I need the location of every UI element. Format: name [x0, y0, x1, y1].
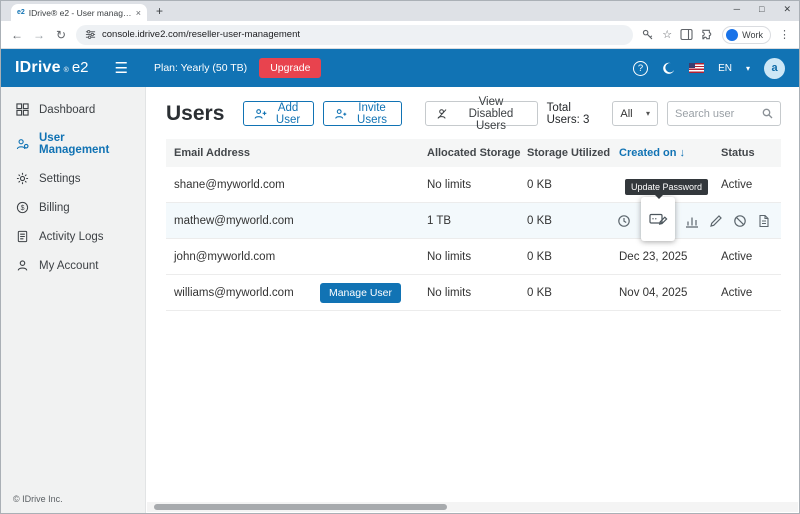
users-table: Email Address Allocated Storage Storage … — [166, 139, 781, 311]
sidebar-item-settings[interactable]: Settings — [1, 164, 145, 193]
passwords-key-icon[interactable] — [641, 28, 654, 41]
gear-icon — [16, 172, 29, 185]
view-disabled-users-button[interactable]: View Disabled Users — [425, 101, 537, 126]
sidebar: Dashboard User Management Settings $ Bil… — [1, 87, 146, 513]
search-input[interactable] — [675, 108, 757, 120]
scrollbar-thumb[interactable] — [154, 504, 447, 510]
tooltip: Update Password — [625, 179, 708, 195]
table-header-row: Email Address Allocated Storage Storage … — [166, 139, 781, 167]
profile-chip[interactable]: Work — [722, 26, 771, 44]
bookmark-star-icon[interactable]: ☆ — [662, 28, 672, 41]
idrive-e2-logo: IDrive® e2 — [15, 59, 89, 77]
account-person-icon — [16, 259, 29, 272]
close-button[interactable]: ✕ — [783, 4, 791, 15]
history-icon[interactable] — [617, 214, 631, 228]
tab-strip: e2 IDrive® e2 - User management × + ─ □ … — [1, 1, 799, 21]
help-icon[interactable]: ? — [633, 61, 648, 76]
browser-window: e2 IDrive® e2 - User management × + ─ □ … — [0, 0, 800, 514]
table-row[interactable]: mathew@myworld.com 1 TB 0 KB Update Pass… — [166, 203, 781, 239]
app-header: IDrive® e2 ☰ Plan: Yearly (50 TB) Upgrad… — [1, 49, 799, 87]
user-filter-select[interactable]: All ▾ — [612, 101, 658, 126]
site-settings-icon[interactable] — [85, 29, 96, 40]
page-title: Users — [166, 102, 224, 126]
col-header-created-sort[interactable]: Created on ↓ — [619, 147, 721, 159]
status-badge: Active — [721, 179, 781, 191]
account-avatar[interactable]: a — [764, 58, 785, 79]
new-tab-button[interactable]: + — [156, 4, 163, 18]
language-selector[interactable]: EN — [718, 63, 732, 74]
sidebar-item-my-account[interactable]: My Account — [1, 251, 145, 280]
copyright-text: © IDrive Inc. — [13, 494, 63, 504]
horizontal-scrollbar[interactable] — [147, 502, 798, 512]
col-header-utilized: Storage Utilized — [527, 147, 619, 159]
disabled-user-icon — [436, 108, 449, 120]
col-header-email: Email Address — [174, 147, 427, 159]
col-header-allocated: Allocated Storage — [427, 147, 527, 159]
edit-pencil-icon[interactable] — [709, 214, 723, 228]
profile-avatar — [726, 29, 738, 41]
update-password-button[interactable]: Update Password — [641, 197, 675, 241]
manage-user-button[interactable]: Manage User — [320, 283, 401, 303]
profile-label: Work — [742, 30, 763, 40]
url-omnibox[interactable]: console.idrive2.com/reseller-user-manage… — [76, 25, 633, 45]
invite-users-button[interactable]: Invite Users — [323, 101, 403, 126]
svg-text:$: $ — [21, 205, 25, 212]
main-content: Users Add User Invite Users View Disable… — [146, 87, 799, 513]
table-row[interactable]: williams@myworld.com Manage User No limi… — [166, 275, 781, 311]
usage-chart-icon[interactable] — [685, 214, 699, 228]
tab-title: IDrive® e2 - User management — [29, 8, 132, 18]
file-log-icon[interactable] — [757, 214, 771, 228]
upgrade-button[interactable]: Upgrade — [259, 58, 321, 78]
tab-close-icon[interactable]: × — [136, 8, 141, 18]
language-caret-icon[interactable]: ▾ — [746, 64, 750, 73]
browser-tab[interactable]: e2 IDrive® e2 - User management × — [11, 4, 147, 21]
minimize-button[interactable]: ─ — [734, 4, 740, 15]
extensions-icon[interactable] — [701, 28, 714, 41]
reload-icon[interactable]: ↻ — [54, 28, 68, 42]
billing-dollar-icon: $ — [16, 201, 29, 214]
select-caret-icon: ▾ — [646, 109, 650, 118]
hamburger-menu-icon[interactable]: ☰ — [115, 59, 128, 77]
sidebar-item-dashboard[interactable]: Dashboard — [1, 95, 145, 124]
address-bar: ← → ↻ console.idrive2.com/reseller-user-… — [1, 21, 799, 49]
sidebar-item-activity-logs[interactable]: Activity Logs — [1, 222, 145, 251]
dark-mode-moon-icon[interactable] — [662, 62, 675, 75]
add-user-icon — [254, 108, 267, 120]
row-action-icons: Update Password — [617, 203, 771, 238]
disable-user-icon[interactable] — [733, 214, 747, 228]
status-badge: Active — [721, 287, 781, 299]
sort-desc-icon: ↓ — [679, 147, 685, 159]
sidebar-item-billing[interactable]: $ Billing — [1, 193, 145, 222]
tab-favicon: e2 — [17, 9, 25, 16]
browser-menu-icon[interactable]: ⋮ — [779, 28, 790, 41]
activity-logs-icon — [16, 230, 29, 243]
back-icon[interactable]: ← — [10, 28, 24, 42]
invite-users-icon — [334, 108, 347, 120]
add-user-button[interactable]: Add User — [243, 101, 313, 126]
update-password-icon — [649, 211, 668, 227]
dashboard-icon — [16, 103, 29, 116]
total-users-count: Total Users: 3 — [547, 102, 598, 126]
search-box — [667, 101, 781, 126]
col-header-status: Status — [721, 147, 781, 159]
search-icon — [762, 108, 773, 119]
plan-label: Plan: Yearly (50 TB) — [154, 62, 247, 74]
sidebar-item-user-management[interactable]: User Management — [1, 124, 145, 164]
table-row[interactable]: john@myworld.com No limits 0 KB Dec 23, … — [166, 239, 781, 275]
url-text: console.idrive2.com/reseller-user-manage… — [102, 29, 300, 40]
maximize-button[interactable]: □ — [759, 4, 764, 15]
forward-icon[interactable]: → — [32, 28, 46, 42]
users-icon — [16, 138, 29, 151]
side-panel-icon[interactable] — [680, 28, 693, 41]
status-badge: Active — [721, 251, 781, 263]
us-flag-icon — [689, 63, 704, 73]
